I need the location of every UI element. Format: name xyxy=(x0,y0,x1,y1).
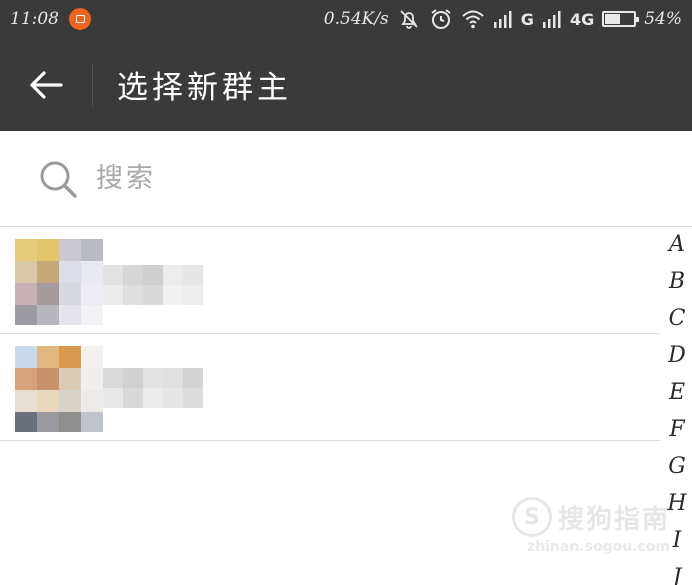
index-letter[interactable]: J xyxy=(673,559,682,585)
avatar xyxy=(15,239,103,325)
index-letter[interactable]: A xyxy=(669,226,685,263)
back-button[interactable] xyxy=(0,38,92,131)
title-bar: 选择新群主 xyxy=(0,38,692,131)
sogou-logo-icon: S xyxy=(511,497,552,537)
search-input[interactable] xyxy=(96,163,596,194)
search-bar[interactable] xyxy=(0,131,692,227)
status-indicators: 0.54K/s G 4G 54% xyxy=(324,7,682,31)
status-bar: 11:08 0.54K/s G 4G 54% xyxy=(0,0,692,38)
network-speed: 0.54K/s xyxy=(323,9,389,29)
network-type-g: G xyxy=(520,9,534,29)
index-letter[interactable]: E xyxy=(669,374,685,411)
page-title: 选择新群主 xyxy=(117,70,292,106)
index-letter[interactable]: D xyxy=(668,337,686,374)
index-letter[interactable]: H xyxy=(667,485,686,522)
member-list-item[interactable] xyxy=(0,227,660,334)
member-name-blurred xyxy=(103,265,203,305)
network-type-4g: 4G xyxy=(569,9,595,29)
member-list-item[interactable] xyxy=(0,334,660,441)
watermark-url: zhinan.sogou.com xyxy=(527,539,670,555)
wifi-icon xyxy=(462,10,484,29)
alarm-icon xyxy=(431,9,451,29)
battery-percent: 54% xyxy=(644,9,682,29)
app-notification-icon xyxy=(69,8,91,30)
mute-bell-icon xyxy=(400,10,418,29)
index-letter[interactable]: I xyxy=(673,522,682,559)
index-letter[interactable]: F xyxy=(669,411,684,448)
header-divider xyxy=(92,62,93,107)
status-time: 11:08 xyxy=(10,9,59,29)
watermark: S 搜狗指南 zhinan.sogou.com xyxy=(511,497,670,555)
signal-bars-icon xyxy=(542,11,561,28)
avatar xyxy=(15,346,103,432)
index-letter[interactable]: C xyxy=(669,300,686,337)
index-letter[interactable]: G xyxy=(668,448,686,485)
search-icon xyxy=(40,161,77,198)
signal-bars-icon xyxy=(493,11,512,28)
back-arrow-icon xyxy=(30,70,63,99)
member-name-blurred xyxy=(103,368,203,408)
battery-icon xyxy=(602,11,640,27)
watermark-text: 搜狗指南 xyxy=(557,504,670,535)
index-letter[interactable]: B xyxy=(669,263,685,300)
